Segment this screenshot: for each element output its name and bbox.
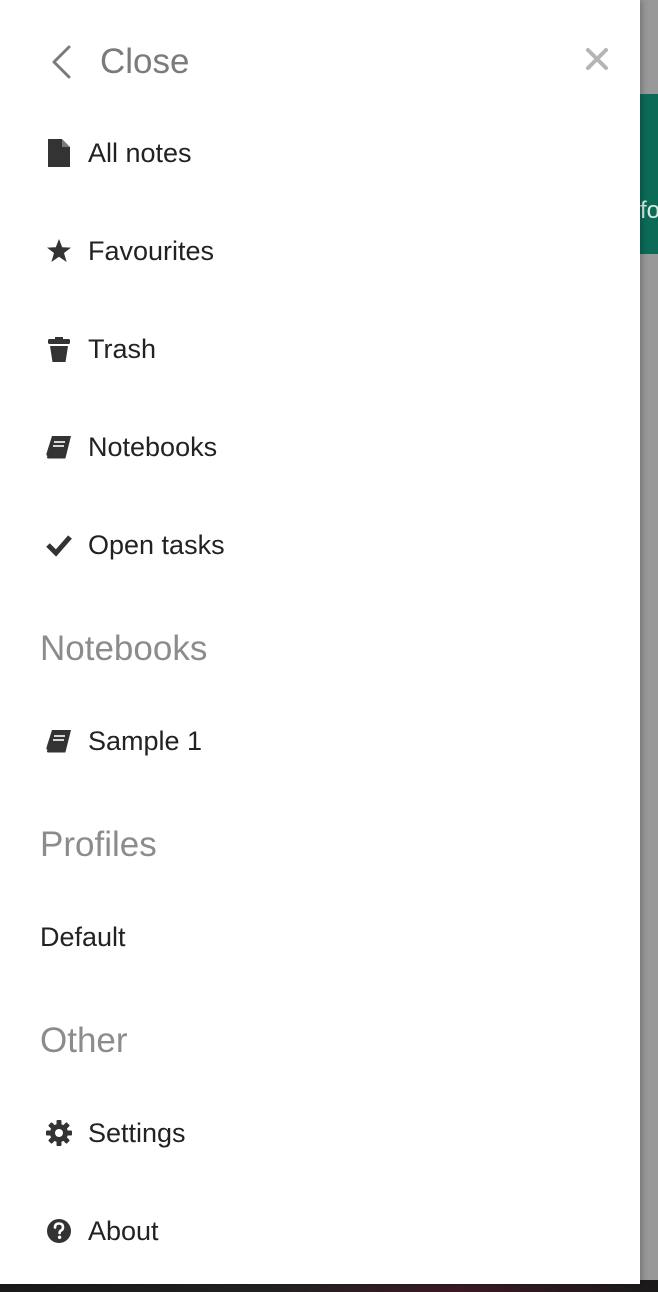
check-icon <box>44 530 74 560</box>
section-title-other: Other <box>40 1021 128 1060</box>
chevron-left-icon <box>52 45 71 79</box>
book-icon <box>44 726 74 756</box>
close-icon[interactable] <box>582 44 612 74</box>
background-app-header: fo <box>640 94 658 254</box>
question-circle-icon <box>44 1216 74 1246</box>
book-icon <box>44 432 74 462</box>
section-title-profiles: Profiles <box>40 825 157 864</box>
other-item-settings[interactable]: Settings <box>0 1098 640 1168</box>
drawer-header: Close <box>0 0 640 122</box>
notebook-item-sample-1[interactable]: Sample 1 <box>0 706 640 776</box>
gear-icon <box>44 1118 74 1148</box>
side-drawer: Close All notes Favourites Trash Noteboo… <box>0 0 640 1284</box>
star-icon <box>44 236 74 266</box>
profile-item-default[interactable]: Default <box>0 902 640 972</box>
profile-item-label: Default <box>40 922 126 952</box>
background-app: fo <box>640 0 658 1292</box>
menu-item-trash[interactable]: Trash <box>0 314 640 384</box>
section-title-notebooks: Notebooks <box>40 629 208 668</box>
menu-item-all-notes[interactable]: All notes <box>0 118 640 188</box>
other-item-label: About <box>88 1216 159 1246</box>
menu-item-label: Trash <box>88 334 157 364</box>
menu-item-favourites[interactable]: Favourites <box>0 216 640 286</box>
background-app-header-text: fo <box>640 197 658 224</box>
menu-item-notebooks[interactable]: Notebooks <box>0 412 640 482</box>
menu-item-open-tasks[interactable]: Open tasks <box>0 510 640 580</box>
menu-item-label: Open tasks <box>88 530 225 560</box>
other-item-label: Settings <box>88 1118 186 1148</box>
menu-item-label: Notebooks <box>88 432 218 462</box>
trash-icon <box>44 334 74 364</box>
other-item-about[interactable]: About <box>0 1196 640 1266</box>
menu-item-label: Favourites <box>88 236 215 266</box>
notebook-item-label: Sample 1 <box>88 726 203 756</box>
file-icon <box>44 138 74 168</box>
menu-item-label: All notes <box>88 138 192 168</box>
close-drawer-button[interactable]: Close <box>50 38 189 86</box>
close-label: Close <box>100 42 190 81</box>
app-viewport: fo Close All notes Favourites Trash Note… <box>0 0 658 1292</box>
